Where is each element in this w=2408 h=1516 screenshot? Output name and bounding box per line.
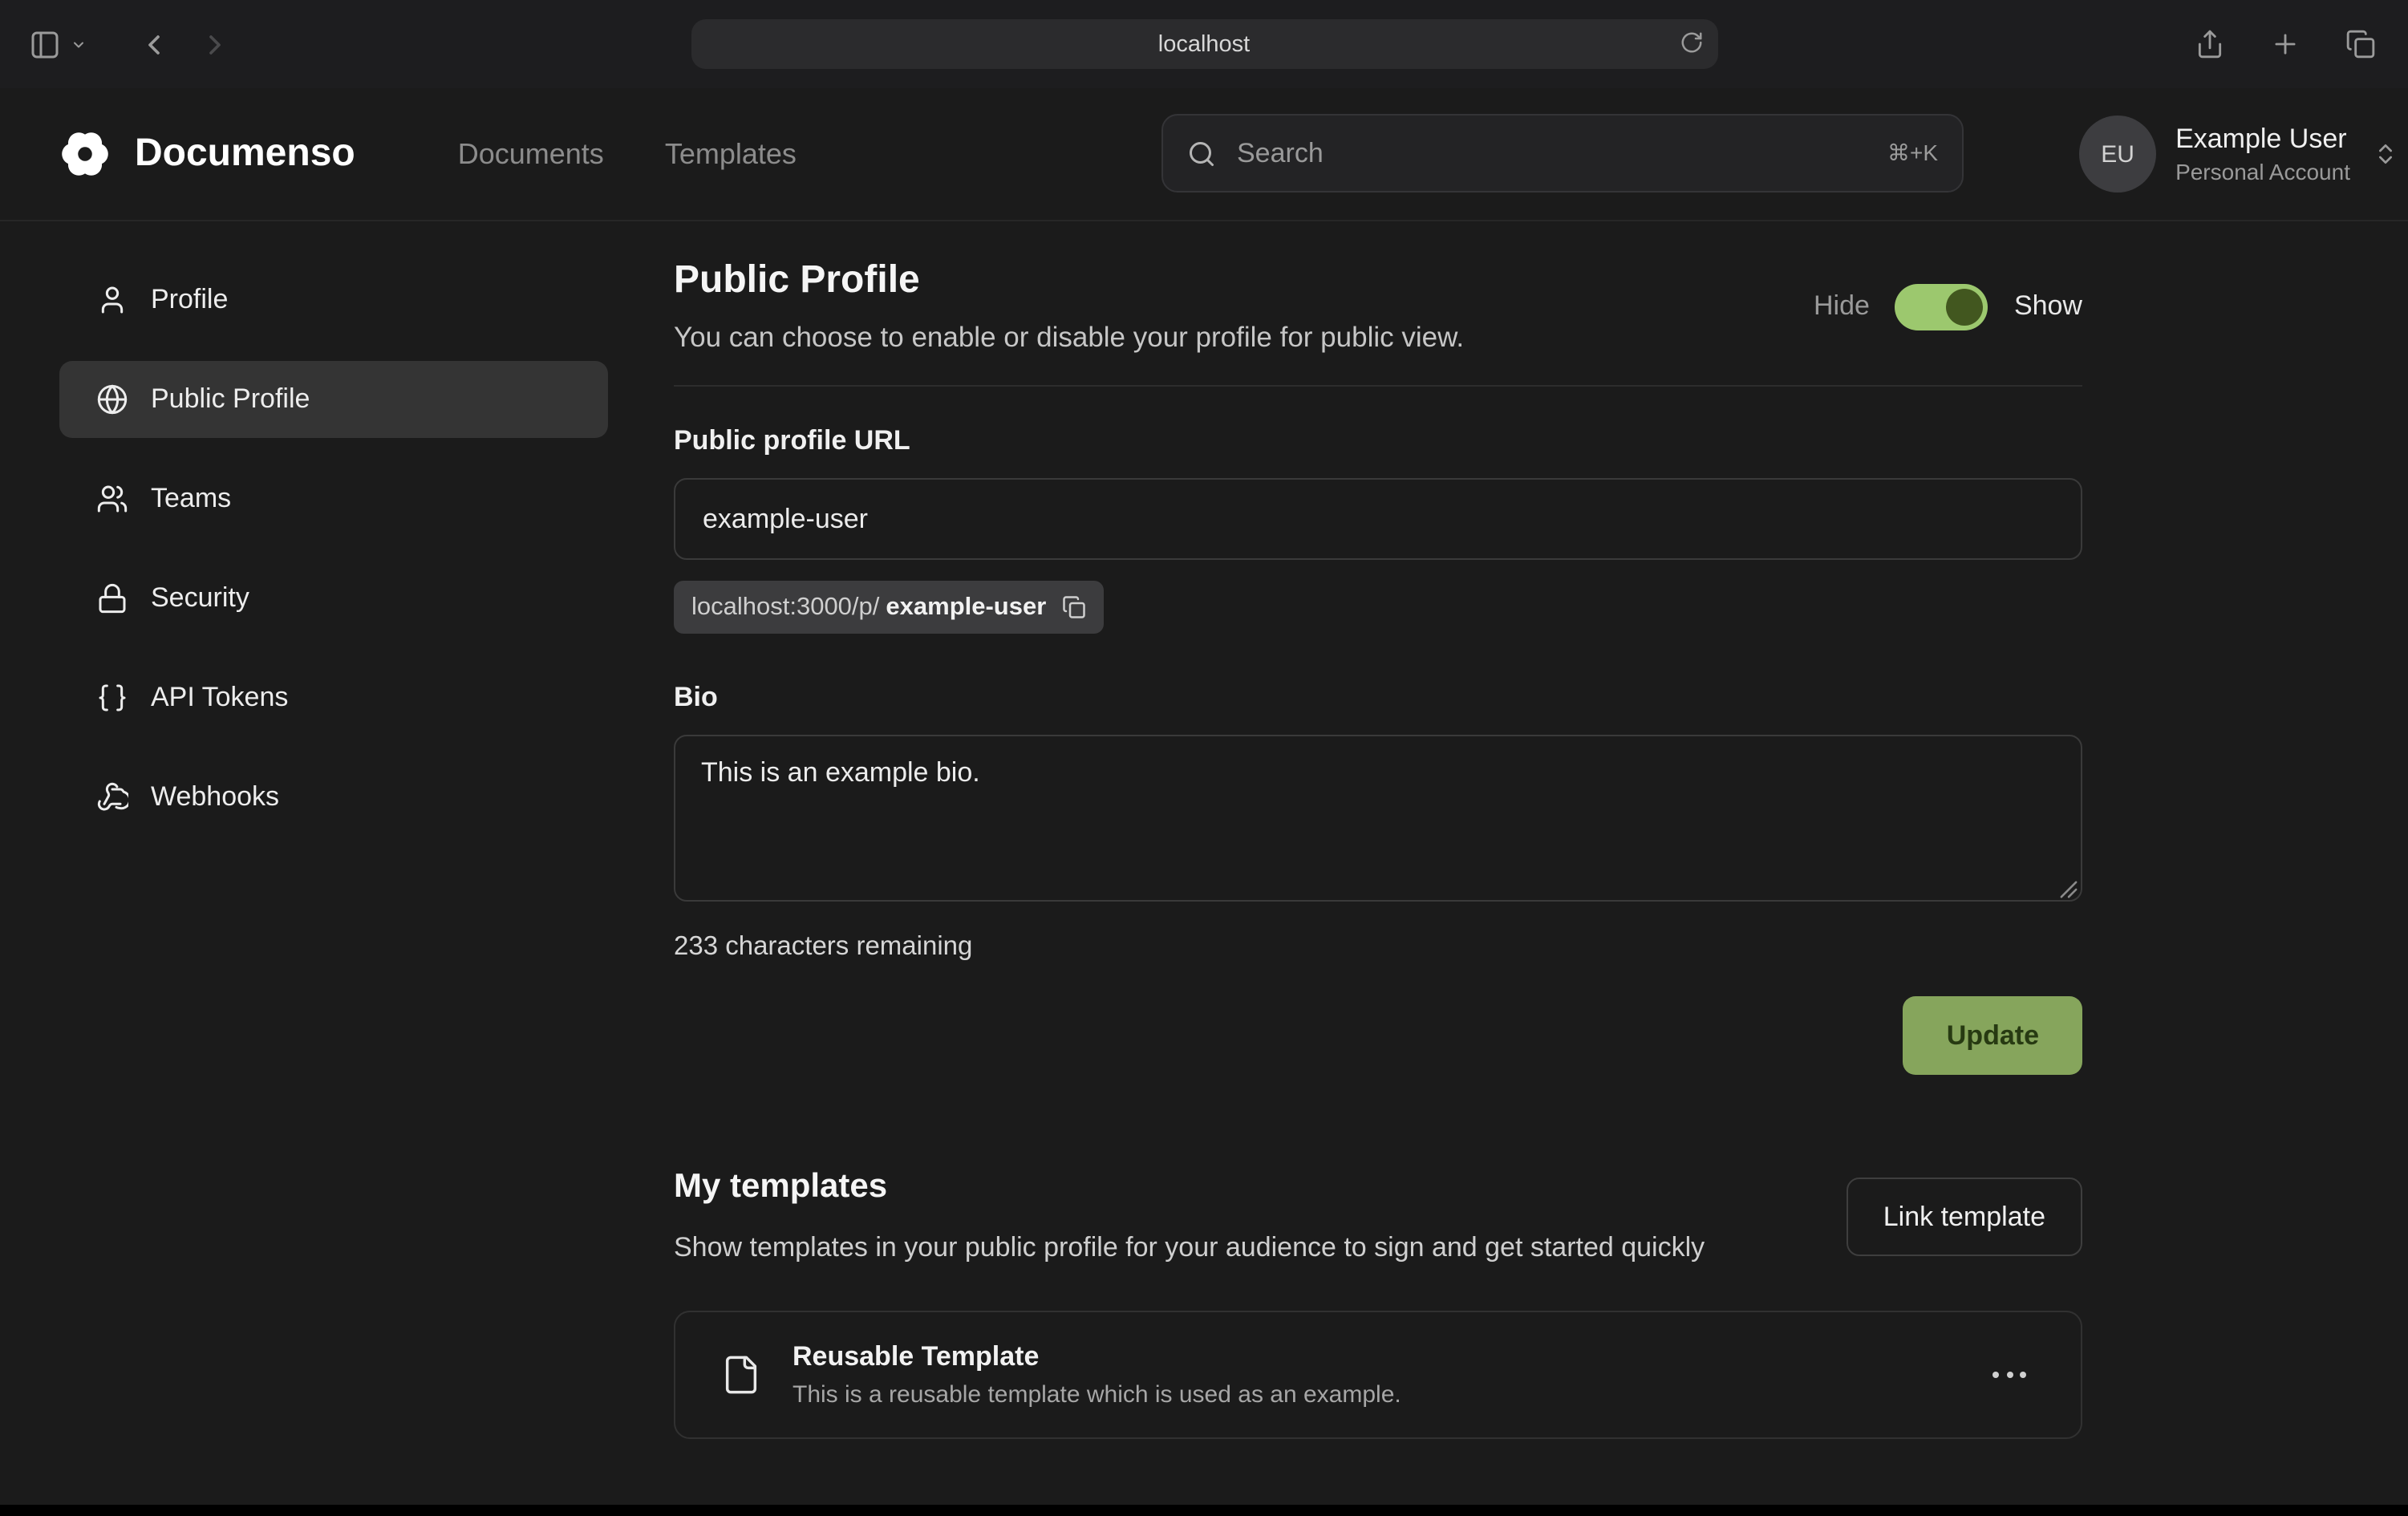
plus-icon	[2270, 29, 2301, 59]
sidebar-menu-chevron[interactable]	[67, 33, 90, 55]
bio-textarea[interactable]: This is an example bio.	[674, 735, 2082, 902]
sidebar-item-teams[interactable]: Teams	[59, 460, 608, 537]
window-bottom-edge	[0, 1505, 2408, 1516]
page-title: Public Profile	[674, 258, 1464, 303]
template-more-options-button[interactable]	[1983, 1363, 2036, 1388]
public-url-prefix: localhost:3000/p/	[691, 593, 879, 622]
sidebar-item-label: Profile	[151, 284, 228, 316]
search-input[interactable]	[1234, 136, 1870, 171]
settings-sidebar: Profile Public Profile Teams Security	[59, 261, 608, 1440]
sidebar-item-label: Webhooks	[151, 781, 279, 813]
update-button[interactable]: Update	[1903, 996, 2082, 1075]
brand-name: Documenso	[135, 132, 355, 176]
public-profile-panel: Public Profile You can choose to enable …	[674, 258, 2082, 1440]
bio-label: Bio	[674, 682, 2082, 714]
tabs-icon	[2345, 29, 2376, 59]
more-options-icon	[1992, 1372, 1999, 1379]
webhook-icon	[96, 781, 128, 813]
copy-icon[interactable]	[1062, 595, 1086, 619]
search-box[interactable]: ⌘+K	[1161, 114, 1964, 193]
tab-overview-button[interactable]	[2342, 26, 2379, 63]
browser-window: localhost	[0, 0, 2408, 1516]
chevron-right-icon	[199, 28, 231, 60]
visibility-toggle-row: Hide Show	[1814, 283, 2082, 330]
search-icon	[1187, 139, 1216, 168]
address-bar[interactable]: localhost	[691, 19, 1717, 69]
sidebar-toggle-button[interactable]	[26, 25, 64, 63]
sidebar-item-security[interactable]: Security	[59, 560, 608, 637]
user-name: Example User	[2175, 121, 2350, 156]
characters-remaining: 233 characters remaining	[674, 932, 2082, 963]
nav-documents[interactable]: Documents	[458, 137, 604, 171]
reload-icon	[1679, 30, 1703, 55]
share-button[interactable]	[2191, 26, 2228, 63]
chevrons-up-down-icon	[2373, 141, 2398, 167]
show-label: Show	[2014, 290, 2082, 322]
template-card: Reusable Template This is a reusable tem…	[674, 1311, 2082, 1440]
my-templates-description: Show templates in your public profile fo…	[674, 1227, 1705, 1270]
sidebar-item-label: API Tokens	[151, 682, 288, 714]
user-icon	[96, 284, 128, 316]
sidebar-item-label: Teams	[151, 483, 231, 515]
chevron-down-icon	[71, 36, 87, 52]
address-bar-url: localhost	[1158, 31, 1250, 57]
app-header: Documenso Documents Templates ⌘+K EU Exa…	[0, 88, 2408, 221]
chevron-left-icon	[138, 28, 170, 60]
user-account-type: Personal Account	[2175, 159, 2350, 187]
panel-left-icon	[29, 28, 61, 60]
template-description: This is a reusable template which is use…	[793, 1382, 1401, 1409]
reload-button[interactable]	[1679, 30, 1703, 55]
profile-url-label: Public profile URL	[674, 425, 2082, 457]
my-templates-title: My templates	[674, 1168, 1705, 1206]
template-name: Reusable Template	[793, 1342, 1401, 1374]
top-nav: Documents Templates	[458, 137, 797, 171]
search-shortcut-badge: ⌘+K	[1887, 140, 1938, 167]
resize-handle-icon[interactable]	[2060, 881, 2078, 898]
sidebar-item-api-tokens[interactable]: API Tokens	[59, 659, 608, 736]
brand-logo-link[interactable]: Documenso	[56, 125, 355, 183]
braces-icon	[96, 682, 128, 714]
link-template-button[interactable]: Link template	[1847, 1178, 2082, 1256]
user-menu[interactable]: EU Example User Personal Account	[2079, 116, 2398, 193]
sidebar-item-label: Public Profile	[151, 383, 310, 415]
sidebar-item-label: Security	[151, 582, 249, 614]
avatar: EU	[2079, 116, 2156, 193]
nav-templates[interactable]: Templates	[665, 137, 797, 171]
users-icon	[96, 483, 128, 515]
file-icon	[720, 1355, 762, 1396]
sidebar-item-public-profile[interactable]: Public Profile	[59, 361, 608, 438]
sidebar-item-profile[interactable]: Profile	[59, 261, 608, 338]
hide-label: Hide	[1814, 290, 1870, 322]
profile-url-input[interactable]	[674, 478, 2082, 560]
public-url-copy-badge[interactable]: localhost:3000/p/example-user	[674, 581, 1104, 634]
toggle-knob	[1947, 288, 1984, 325]
public-url-slug: example-user	[886, 593, 1046, 622]
globe-icon	[96, 383, 128, 415]
page-subtitle: You can choose to enable or disable your…	[674, 321, 1464, 355]
share-icon	[2195, 29, 2225, 59]
documenso-logo-icon	[56, 125, 114, 183]
forward-button[interactable]	[196, 25, 234, 63]
new-tab-button[interactable]	[2267, 26, 2304, 63]
section-divider	[674, 385, 2082, 387]
back-button[interactable]	[135, 25, 173, 63]
browser-toolbar: localhost	[0, 0, 2408, 88]
lock-icon	[96, 582, 128, 614]
profile-visibility-toggle[interactable]	[1895, 283, 1988, 330]
sidebar-item-webhooks[interactable]: Webhooks	[59, 759, 608, 836]
